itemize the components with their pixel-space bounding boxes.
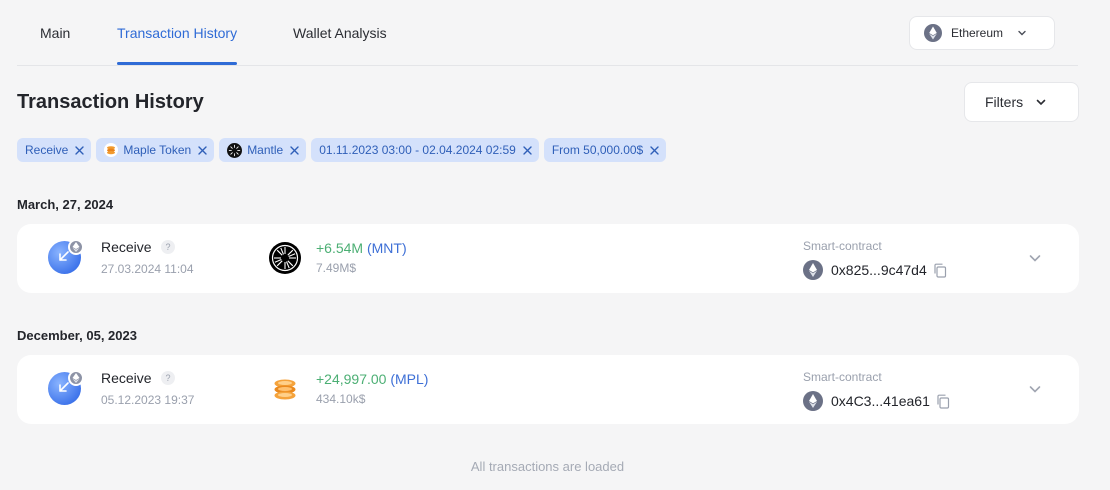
- chip-label: 01.11.2023 03:00 - 02.04.2024 02:59: [319, 143, 516, 157]
- chip-label: Maple Token: [123, 143, 192, 157]
- help-icon[interactable]: ?: [161, 371, 175, 385]
- filter-chip-maple-token: Maple Token: [96, 138, 215, 162]
- transaction-row[interactable]: Receive ? 27.03.2024 11:04 +6.54M (MNT) …: [17, 224, 1079, 293]
- transaction-amount: +24,997.00 (MPL): [316, 371, 428, 387]
- copy-icon[interactable]: [936, 394, 950, 409]
- filter-chip-mantle: Mantle: [219, 138, 307, 162]
- help-icon[interactable]: ?: [161, 240, 175, 254]
- amount-value: +6.54M: [316, 240, 364, 256]
- contract-address: 0x4C3...41ea61: [803, 391, 950, 411]
- chevron-down-icon: [1017, 28, 1027, 38]
- chip-label: Receive: [25, 143, 69, 157]
- network-label: Ethereum: [951, 26, 1004, 40]
- mantle-icon: [227, 142, 243, 158]
- close-icon[interactable]: [650, 145, 659, 155]
- tab-transaction-history[interactable]: Transaction History: [117, 25, 238, 65]
- transaction-type: Receive: [101, 370, 152, 386]
- contract-label: Smart-contract: [803, 370, 882, 384]
- transaction-type: Receive: [101, 239, 152, 255]
- maple-token-icon: [104, 143, 119, 157]
- contract-address: 0x825...9c47d4: [803, 260, 947, 280]
- filter-chip-date-range: 01.11.2023 03:00 - 02.04.2024 02:59: [311, 138, 539, 162]
- usd-value: 7.49M$: [316, 261, 357, 275]
- maple-token-icon: [268, 372, 302, 406]
- all-loaded-note: All transactions are loaded: [470, 459, 625, 474]
- amount-value: +24,997.00: [316, 371, 387, 387]
- transaction-time: 05.12.2023 19:37: [101, 393, 195, 407]
- date-heading: December, 05, 2023: [17, 328, 137, 343]
- filter-chip-min-amount: From 50,000.00$: [543, 138, 667, 162]
- page-title: Transaction History: [17, 91, 204, 113]
- chip-label: Mantle: [247, 143, 284, 157]
- ethereum-icon: [68, 239, 84, 255]
- date-heading: March, 27, 2024: [17, 197, 114, 212]
- contract-label: Smart-contract: [803, 239, 882, 253]
- receive-icon: [48, 239, 86, 277]
- filters-button[interactable]: Filters: [964, 82, 1079, 122]
- close-icon[interactable]: [290, 145, 299, 155]
- network-select[interactable]: Ethereum: [909, 16, 1055, 50]
- chevron-down-icon[interactable]: [1027, 250, 1043, 266]
- transaction-amount: +6.54M (MNT): [316, 240, 407, 256]
- transaction-row[interactable]: Receive ? 05.12.2023 19:37 +24,997.00 (M…: [17, 355, 1079, 424]
- usd-value: 434.10k$: [316, 392, 366, 406]
- token-symbol: (MPL): [390, 371, 429, 387]
- address-text: 0x825...9c47d4: [831, 262, 927, 278]
- ethereum-icon: [924, 24, 942, 42]
- ethereum-icon: [68, 370, 84, 386]
- receive-icon: [48, 370, 86, 408]
- token-symbol: (MNT): [366, 240, 407, 256]
- chip-label: From 50,000.00$: [551, 143, 644, 157]
- chevron-down-icon[interactable]: [1027, 381, 1043, 397]
- filters-label: Filters: [985, 94, 1024, 110]
- tab-main[interactable]: Main: [40, 25, 70, 65]
- ethereum-icon: [803, 391, 823, 411]
- mantle-icon: [268, 241, 302, 275]
- close-icon[interactable]: [198, 145, 207, 155]
- active-filter-chips: Receive Maple Token Mantle 01.11.2023 03…: [17, 138, 667, 162]
- transaction-time: 27.03.2024 11:04: [101, 262, 194, 276]
- filter-chip-receive: Receive: [17, 138, 92, 162]
- tab-wallet-analysis[interactable]: Wallet Analysis: [293, 25, 387, 65]
- ethereum-icon: [803, 260, 823, 280]
- close-icon[interactable]: [523, 145, 532, 155]
- chevron-down-icon: [1035, 96, 1047, 108]
- close-icon[interactable]: [75, 145, 85, 155]
- copy-icon[interactable]: [933, 263, 947, 278]
- address-text: 0x4C3...41ea61: [831, 393, 930, 409]
